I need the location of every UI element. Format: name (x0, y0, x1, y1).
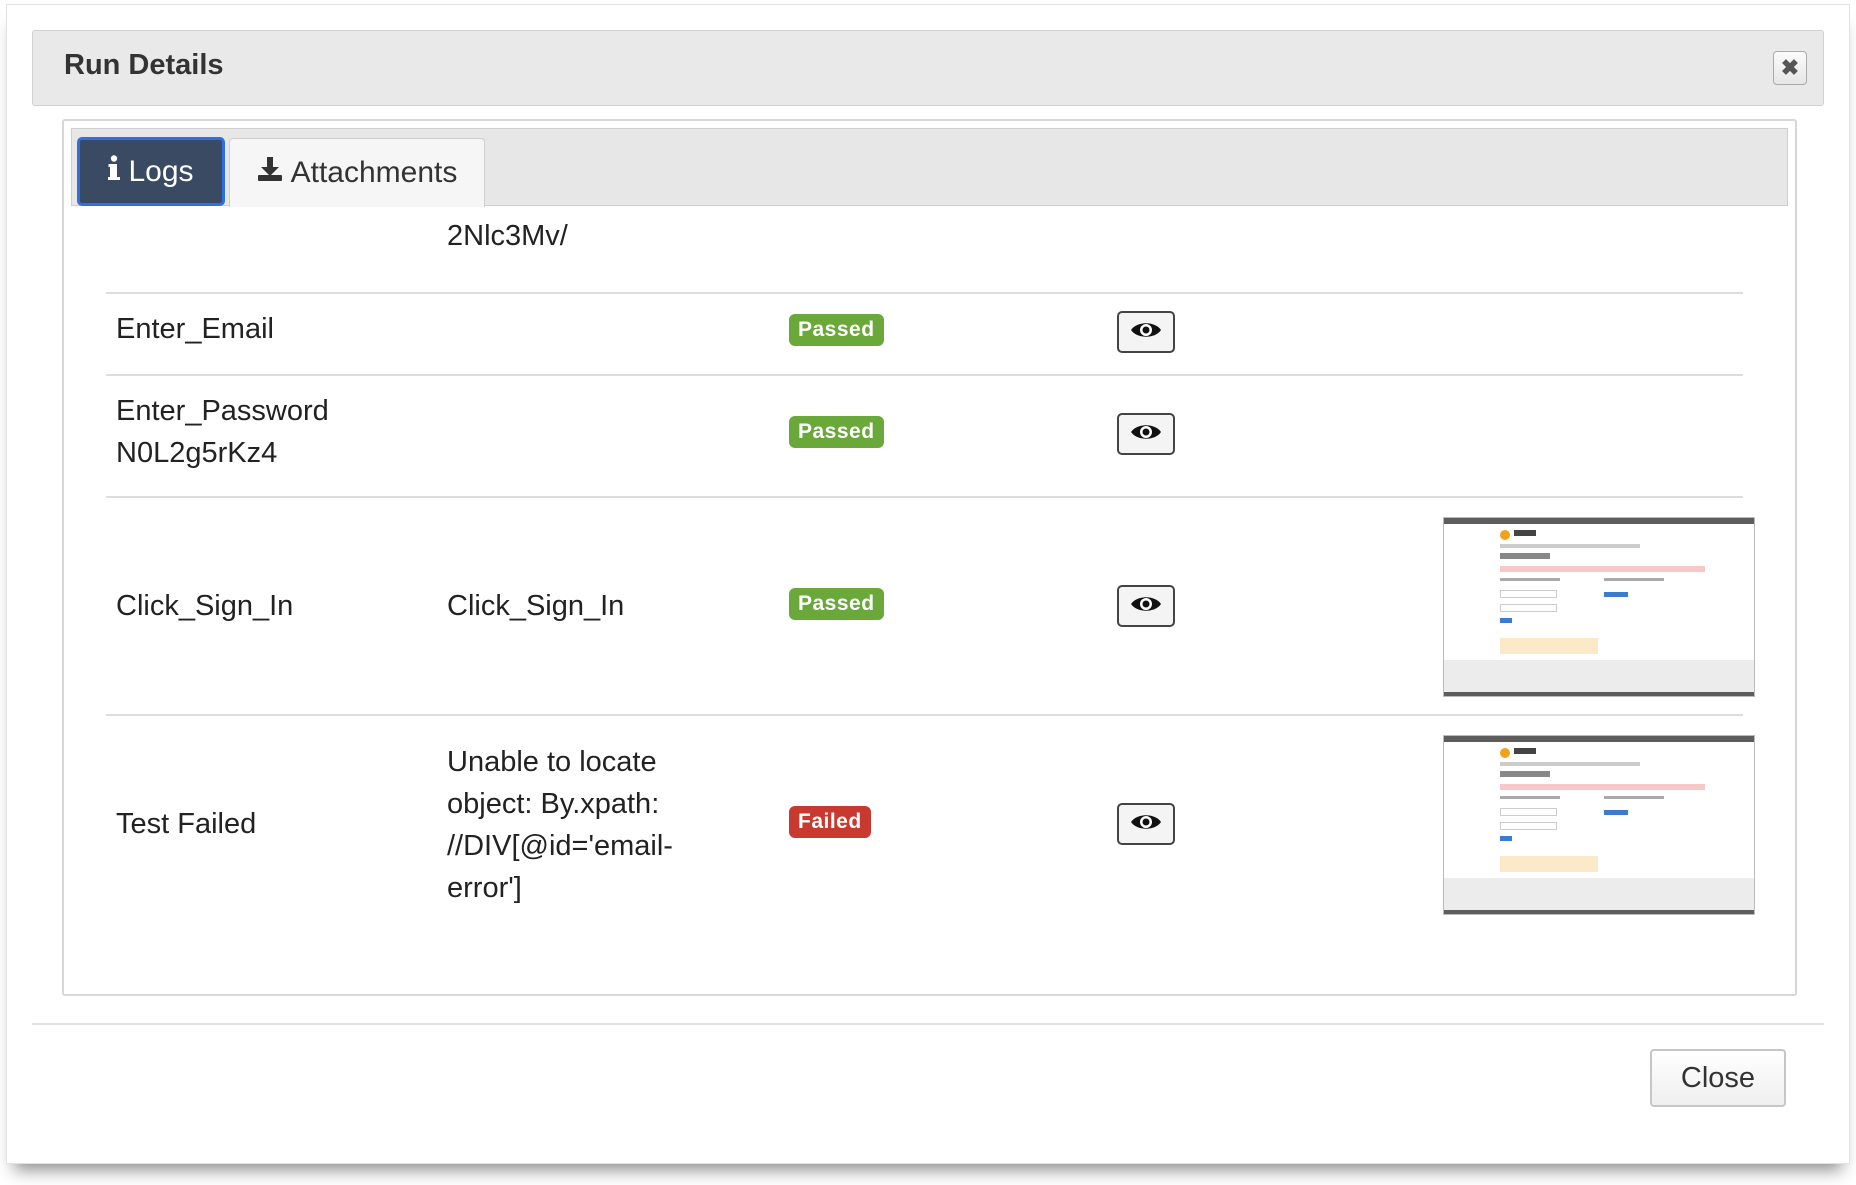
view-step-button[interactable] (1117, 413, 1175, 455)
row-divider (106, 374, 1743, 376)
close-button[interactable]: Close (1650, 1049, 1786, 1107)
log-row-1-step: Enter_Email (116, 313, 274, 345)
row-divider (106, 292, 1743, 294)
tab-attachments-label: Attachments (290, 156, 458, 189)
download-icon (257, 156, 283, 190)
log-row-2-step: Enter_Password N0L2g5rKz4 (116, 395, 329, 469)
tab-attachments[interactable]: Attachments (229, 138, 485, 207)
log-row-4-description: Unable to locate object: By.xpath: //DIV… (447, 746, 673, 904)
tab-logs[interactable]: Logs (77, 137, 225, 206)
status-badge: Passed (789, 314, 884, 346)
status-badge: Passed (789, 588, 884, 620)
view-step-button[interactable] (1117, 803, 1175, 845)
row-divider (106, 714, 1743, 716)
tab-logs-label: Logs (128, 154, 194, 188)
thumb-heading (1500, 771, 1550, 777)
dialog-title: Run Details (64, 49, 224, 81)
row-divider (106, 496, 1743, 498)
thumb-logo-text (1514, 748, 1536, 754)
info-icon (108, 154, 121, 189)
log-row-3-step: Click_Sign_In (116, 590, 294, 622)
view-step-button[interactable] (1117, 585, 1175, 627)
eye-icon (1130, 320, 1162, 345)
run-details-panel: Logs Attachments 2Nlc3Mv/ Enter_Email Pa… (62, 119, 1797, 996)
footer-divider (32, 1023, 1824, 1025)
eye-icon (1130, 594, 1162, 619)
view-step-button[interactable] (1117, 311, 1175, 353)
screenshot-thumbnail[interactable] (1443, 517, 1755, 697)
thumb-heading (1500, 553, 1550, 559)
log-row-4-step: Test Failed (116, 808, 257, 840)
screenshot-thumbnail[interactable] (1443, 735, 1755, 915)
log-row-3-description: Click_Sign_In (447, 590, 625, 622)
status-badge: Passed (789, 416, 884, 448)
thumb-logo-text (1514, 530, 1536, 536)
run-details-dialog: Run Details ✖ Logs Attachments 2Nlc3Mv/ (6, 4, 1850, 1164)
status-badge: Failed (789, 806, 871, 838)
eye-icon (1130, 812, 1162, 837)
tab-bar: Logs Attachments (71, 128, 1788, 207)
close-icon[interactable]: ✖ (1773, 51, 1807, 85)
log-row-0-description: 2Nlc3Mv/ (447, 220, 568, 252)
eye-icon (1130, 422, 1162, 447)
dialog-header: Run Details ✖ (32, 30, 1824, 106)
